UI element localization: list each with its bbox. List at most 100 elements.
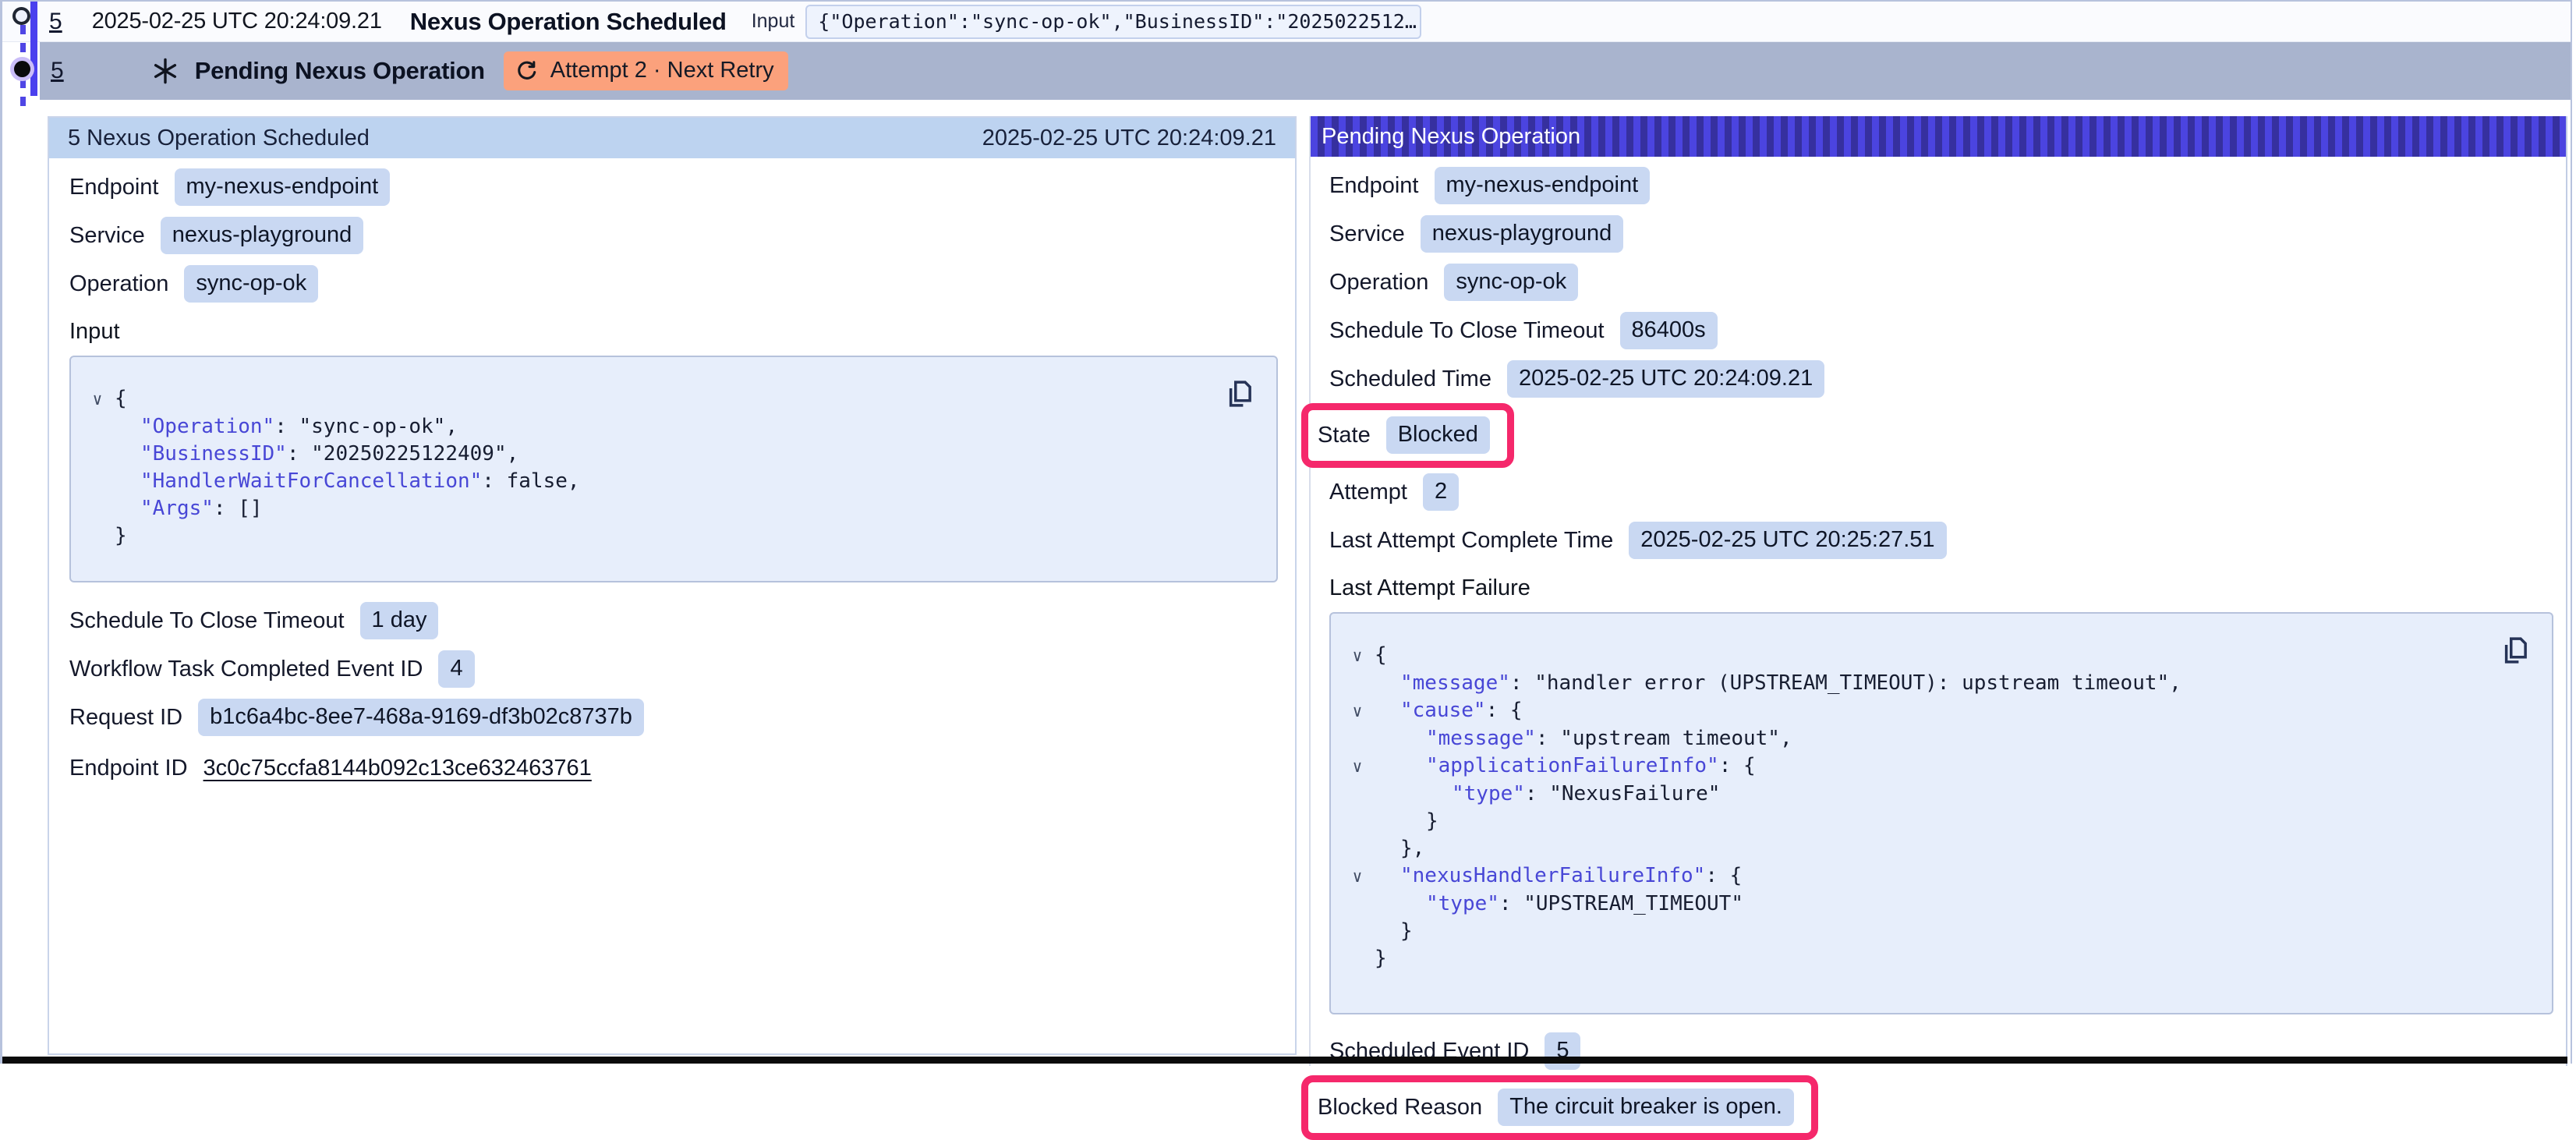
- code-line-gutter: ∨: [1340, 697, 1375, 725]
- retry-icon: [515, 58, 540, 83]
- copy-icon[interactable]: [1223, 376, 1256, 412]
- code-line: }: [1375, 945, 1387, 972]
- field-row-state: State Blocked: [1301, 403, 2566, 468]
- event-input-preview-chip[interactable]: {"Operation":"sync-op-ok","BusinessID":"…: [805, 5, 1421, 39]
- pending-asterisk-icon: [151, 57, 179, 85]
- scheduled-event-detail-panel: 5 Nexus Operation Scheduled 2025-02-25 U…: [48, 116, 1297, 1055]
- code-line-gutter: [80, 413, 115, 441]
- right-panel-header: Pending Nexus Operation: [1311, 116, 2566, 157]
- field-value-chip: 2025-02-25 UTC 20:25:27.51: [1629, 522, 1946, 559]
- field-row-endpoint: Endpoint my-nexus-endpoint: [1311, 161, 2566, 210]
- field-value-chip: 1 day: [360, 602, 439, 639]
- event-row-nexus-operation-scheduled[interactable]: 5 2025-02-25 UTC 20:24:09.21 Nexus Opera…: [2, 2, 2571, 42]
- field-label: Attempt: [1329, 480, 1407, 505]
- pending-event-id-link[interactable]: 5: [51, 58, 64, 84]
- collapse-chevron-icon[interactable]: ∨: [93, 390, 103, 409]
- collapse-chevron-icon[interactable]: ∨: [1353, 646, 1363, 665]
- event-detail-label: Input: [752, 10, 795, 33]
- state-value-chip: Blocked: [1386, 416, 1490, 454]
- event-title: Nexus Operation Scheduled: [410, 8, 727, 36]
- field-value-chip: my-nexus-endpoint: [175, 168, 391, 206]
- code-line-gutter: [80, 441, 115, 468]
- pending-operation-title: Pending Nexus Operation: [195, 57, 485, 85]
- code-line: "applicationFailureInfo": {: [1375, 752, 1756, 781]
- collapse-chevron-icon[interactable]: ∨: [1353, 867, 1363, 886]
- field-row-last-attempt-complete-time: Last Attempt Complete Time 2025-02-25 UT…: [1311, 516, 2566, 565]
- code-line-gutter: ∨: [1340, 752, 1375, 781]
- code-line-gutter: [1340, 808, 1375, 835]
- field-row-schedule-to-close-timeout: Schedule To Close Timeout 1 day: [49, 597, 1295, 645]
- code-line: "message": "handler error (UPSTREAM_TIME…: [1375, 670, 2181, 697]
- field-label: Blocked Reason: [1318, 1095, 1482, 1121]
- left-panel-header: 5 Nexus Operation Scheduled 2025-02-25 U…: [49, 118, 1295, 158]
- failure-section-label: Last Attempt Failure: [1311, 575, 2566, 601]
- collapse-chevron-icon[interactable]: ∨: [1353, 702, 1363, 720]
- pending-operation-detail-panel: Pending Nexus Operation Endpoint my-nexu…: [1309, 116, 2567, 1066]
- field-row-schedule-to-close-timeout: Schedule To Close Timeout 86400s: [1311, 306, 2566, 355]
- field-row-endpoint: Endpoint my-nexus-endpoint: [49, 163, 1295, 211]
- bottom-window-edge: [2, 1057, 2567, 1064]
- field-row-workflow-task-completed-event-id: Workflow Task Completed Event ID 4: [49, 645, 1295, 693]
- field-value-chip: nexus-playground: [1421, 215, 1624, 253]
- code-line-gutter: [1340, 781, 1375, 808]
- input-json-block: ∨{"Operation": "sync-op-ok","BusinessID"…: [69, 356, 1278, 582]
- code-line-gutter: ∨: [80, 385, 115, 413]
- field-label: Scheduled Time: [1329, 366, 1491, 392]
- field-value-chip: sync-op-ok: [1444, 264, 1578, 301]
- code-line: "nexusHandlerFailureInfo": {: [1375, 862, 1742, 890]
- field-label: Schedule To Close Timeout: [69, 608, 345, 634]
- event-timeline: [2, 2, 48, 142]
- pending-operation-row[interactable]: 5 Pending Nexus Operation Attempt 2 · Ne…: [40, 42, 2571, 100]
- code-line: }: [1375, 808, 1438, 835]
- code-line-gutter: [80, 495, 115, 522]
- code-line: "type": "UPSTREAM_TIMEOUT": [1375, 890, 1743, 918]
- field-value-chip: sync-op-ok: [184, 265, 318, 303]
- code-line-gutter: [1340, 725, 1375, 752]
- code-line: },: [1375, 835, 1424, 862]
- state-highlight-box: State Blocked: [1301, 403, 1514, 468]
- field-label: Endpoint: [69, 175, 159, 200]
- blocked-reason-highlight-box: Blocked Reason The circuit breaker is op…: [1301, 1075, 1818, 1140]
- left-panel-timestamp: 2025-02-25 UTC 20:24:09.21: [982, 126, 1276, 151]
- field-value-chip: 86400s: [1620, 312, 1718, 349]
- field-row-blocked-reason: Blocked Reason The circuit breaker is op…: [1301, 1075, 2566, 1140]
- attempt-retry-badge: Attempt 2 · Next Retry: [504, 51, 788, 90]
- field-row-scheduled-time: Scheduled Time 2025-02-25 UTC 20:24:09.2…: [1311, 355, 2566, 403]
- field-label: Last Attempt Complete Time: [1329, 528, 1613, 554]
- code-line: "Args": []: [115, 495, 263, 522]
- field-label: Workflow Task Completed Event ID: [69, 657, 423, 682]
- code-line-gutter: [80, 522, 115, 550]
- code-line-gutter: [80, 468, 115, 495]
- code-line-gutter: [1340, 890, 1375, 918]
- timeline-filled-circle-icon: [14, 61, 30, 77]
- field-value-chip: 5: [1545, 1032, 1580, 1070]
- field-row-scheduled-event-id: Scheduled Event ID 5: [1311, 1027, 2566, 1075]
- collapse-chevron-icon[interactable]: ∨: [1353, 757, 1363, 776]
- selected-event-indicator-bar: [30, 2, 37, 96]
- event-timestamp: 2025-02-25 UTC 20:24:09.21: [92, 9, 382, 34]
- code-line: "type": "NexusFailure": [1375, 781, 1720, 808]
- attempt-retry-badge-label: Attempt 2 · Next Retry: [550, 58, 774, 83]
- field-label: Service: [1329, 221, 1405, 247]
- code-line-gutter: [1340, 835, 1375, 862]
- field-value-chip: nexus-playground: [161, 217, 364, 254]
- code-line: "cause": {: [1375, 697, 1523, 725]
- blocked-reason-value-chip: The circuit breaker is open.: [1498, 1089, 1794, 1126]
- event-id-link[interactable]: 5: [49, 9, 62, 35]
- code-line: {: [1375, 642, 1387, 670]
- code-line-gutter: ∨: [1340, 642, 1375, 670]
- code-line: "HandlerWaitForCancellation": false,: [115, 468, 580, 495]
- code-line-gutter: [1340, 945, 1375, 972]
- field-label: Endpoint: [1329, 173, 1419, 199]
- field-value-chip: 2: [1423, 473, 1459, 511]
- code-line: "message": "upstream timeout",: [1375, 725, 1792, 752]
- event-history-container: 5 2025-02-25 UTC 20:24:09.21 Nexus Opera…: [0, 0, 2572, 1064]
- field-row-service: Service nexus-playground: [49, 211, 1295, 260]
- field-label: Operation: [1329, 270, 1428, 296]
- endpoint-id-link[interactable]: 3c0c75ccfa8144b092c13ce632463761: [203, 756, 592, 781]
- field-label: Operation: [69, 271, 168, 297]
- field-row-service: Service nexus-playground: [1311, 210, 2566, 258]
- copy-icon[interactable]: [2499, 632, 2532, 668]
- code-line: "BusinessID": "20250225122409",: [115, 441, 518, 468]
- code-line: }: [1375, 918, 1413, 945]
